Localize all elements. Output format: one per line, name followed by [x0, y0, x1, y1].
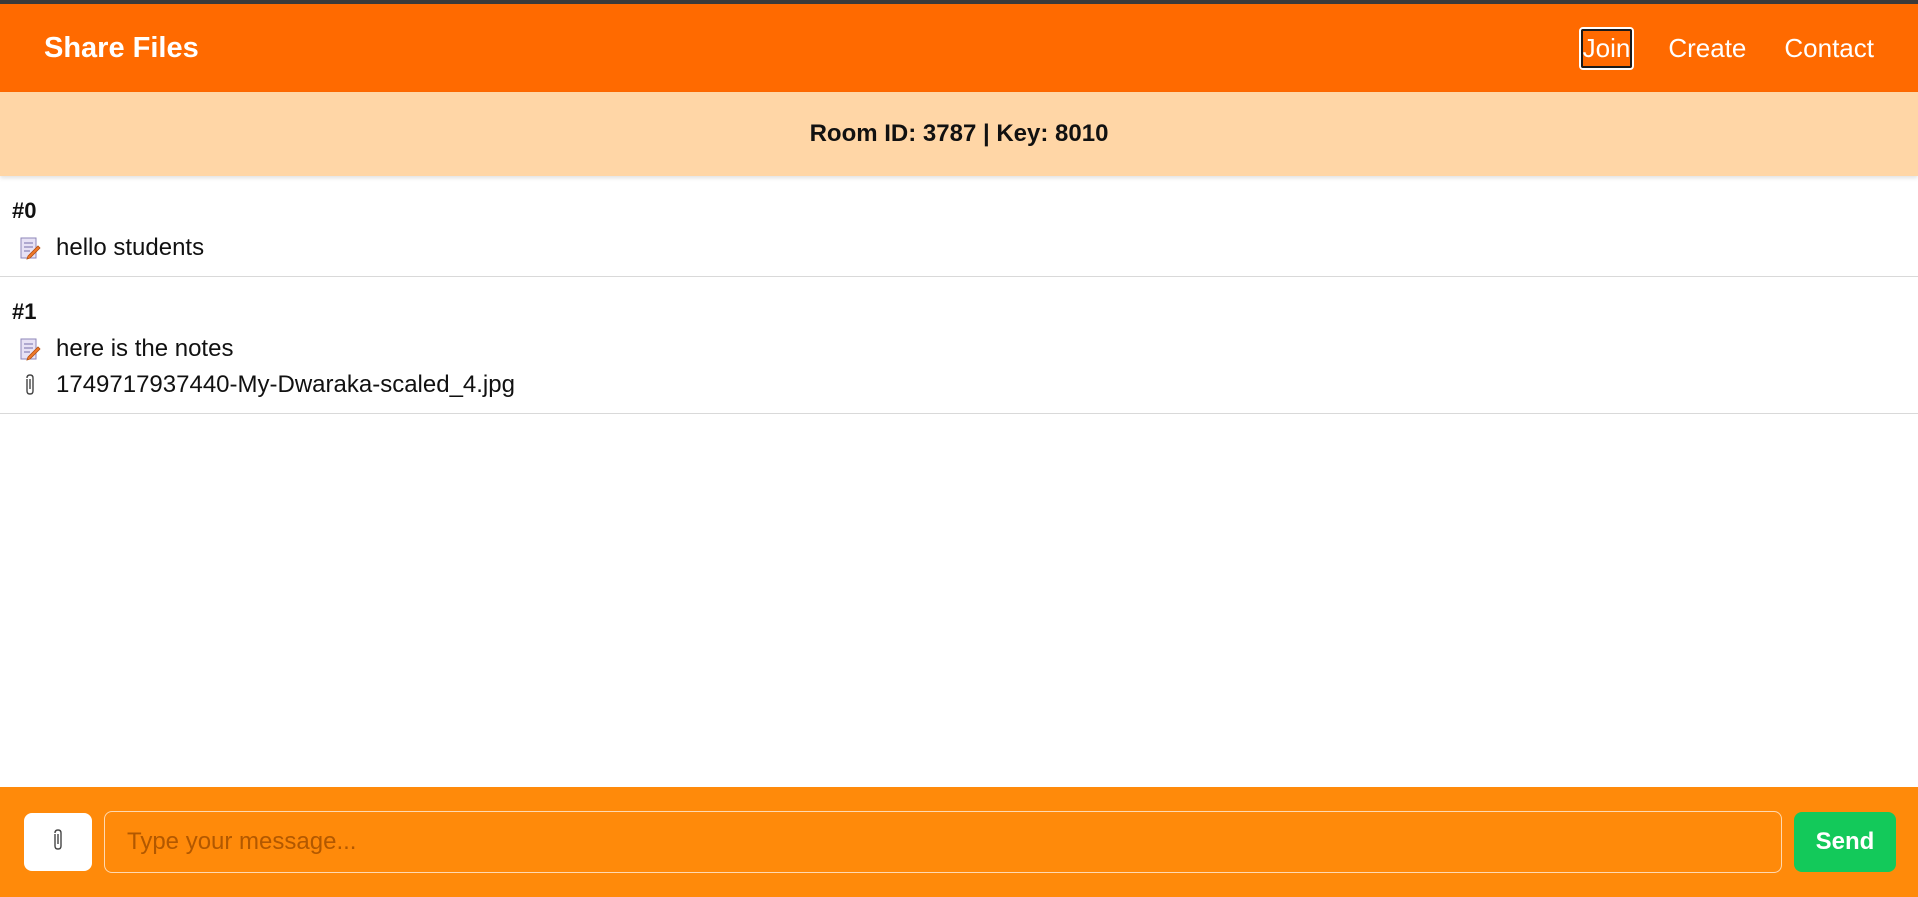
- message-text-line: hello students: [12, 230, 1906, 266]
- message-text-line: here is the notes: [12, 331, 1906, 367]
- memo-icon: [18, 236, 42, 260]
- message-item: #0 hello students: [0, 176, 1918, 277]
- message-input[interactable]: [104, 811, 1782, 873]
- message-text: here is the notes: [56, 335, 234, 362]
- paperclip-icon: [50, 828, 66, 857]
- message-index: #0: [12, 198, 37, 223]
- message-list: #0 hello students #1 here is the notes 1…: [0, 176, 1918, 414]
- room-info-text: Room ID: 3787 | Key: 8010: [809, 120, 1109, 147]
- nav-contact-link[interactable]: Contact: [1780, 27, 1878, 70]
- nav-menu: Join Create Contact: [1578, 26, 1878, 70]
- nav-create-link[interactable]: Create: [1664, 27, 1750, 70]
- paperclip-icon: [18, 373, 42, 397]
- header: Share Files Join Create Contact: [0, 4, 1918, 92]
- message-item: #1 here is the notes 1749717937440-My-Dw…: [0, 277, 1918, 414]
- room-info-bar: Room ID: 3787 | Key: 8010: [0, 92, 1918, 176]
- brand-title[interactable]: Share Files: [44, 32, 199, 65]
- nav-join-link[interactable]: Join: [1578, 26, 1635, 70]
- attach-file-button[interactable]: [24, 813, 92, 871]
- send-button[interactable]: Send: [1794, 812, 1896, 872]
- message-file-line: 1749717937440-My-Dwaraka-scaled_4.jpg: [12, 367, 1906, 403]
- page: Share Files Join Create Contact Room ID:…: [0, 0, 1918, 897]
- message-text: hello students: [56, 234, 205, 261]
- memo-icon: [18, 337, 42, 361]
- message-index: #1: [12, 299, 37, 324]
- message-composer: Send: [0, 787, 1918, 897]
- file-link[interactable]: 1749717937440-My-Dwaraka-scaled_4.jpg: [56, 371, 515, 399]
